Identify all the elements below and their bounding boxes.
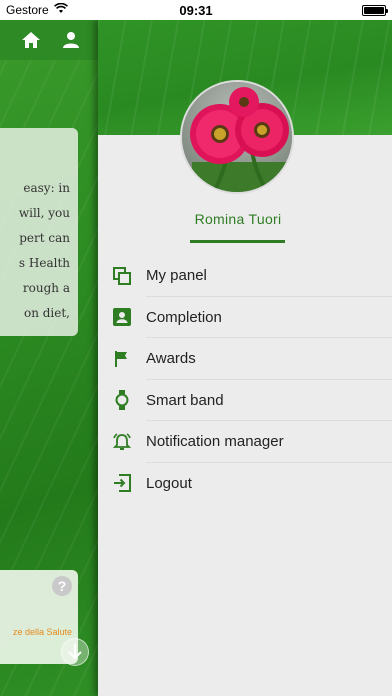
person-card-icon bbox=[112, 307, 132, 327]
avatar[interactable] bbox=[180, 80, 294, 194]
background-info-card: easy: in will, you pert can s Health rou… bbox=[0, 128, 78, 336]
card-line: s Health bbox=[18, 256, 70, 270]
scroll-down-button[interactable] bbox=[61, 638, 89, 666]
drawer-menu: My panel Completion Awards Smart band No… bbox=[98, 255, 392, 504]
flag-icon bbox=[112, 349, 132, 369]
menu-label: Smart band bbox=[146, 391, 224, 409]
bell-icon bbox=[112, 432, 132, 452]
status-bar: Gestore 09:31 bbox=[0, 0, 392, 20]
home-icon[interactable] bbox=[20, 29, 42, 51]
name-underline bbox=[190, 240, 285, 243]
menu-item-logout[interactable]: Logout bbox=[98, 463, 392, 505]
background-app: easy: in will, you pert can s Health rou… bbox=[0, 20, 98, 696]
help-icon[interactable]: ? bbox=[52, 576, 72, 596]
copy-icon bbox=[112, 266, 132, 286]
user-name: Romina Tuori bbox=[194, 211, 282, 227]
menu-label: Completion bbox=[146, 308, 222, 326]
menu-label: My panel bbox=[146, 267, 207, 285]
battery-icon bbox=[362, 4, 388, 16]
menu-item-completion[interactable]: Completion bbox=[98, 297, 392, 339]
carrier-label: Gestore bbox=[6, 3, 49, 17]
menu-label: Notification manager bbox=[146, 433, 284, 451]
arrow-down-icon bbox=[68, 644, 82, 660]
card-line: rough a bbox=[22, 281, 70, 295]
card-line: will, you bbox=[18, 206, 70, 220]
profile-icon[interactable] bbox=[60, 29, 82, 51]
wifi-icon bbox=[53, 2, 68, 17]
watch-icon bbox=[112, 390, 132, 411]
background-toolbar bbox=[0, 20, 98, 60]
flower-photo bbox=[182, 82, 292, 192]
menu-item-notification-manager[interactable]: Notification manager bbox=[98, 421, 392, 463]
navigation-drawer: Romina Tuori My panel Completion Awards … bbox=[98, 20, 392, 696]
logout-icon bbox=[112, 473, 132, 493]
menu-item-awards[interactable]: Awards bbox=[98, 338, 392, 380]
card-line: pert can bbox=[19, 231, 70, 245]
card-line: easy: in bbox=[23, 181, 70, 195]
menu-label: Awards bbox=[146, 350, 196, 368]
menu-label: Logout bbox=[146, 474, 192, 492]
card-line: on diet, bbox=[23, 306, 70, 320]
menu-item-my-panel[interactable]: My panel bbox=[98, 255, 392, 297]
menu-item-smart-band[interactable]: Smart band bbox=[98, 380, 392, 422]
card2-label: ze della Salute bbox=[12, 627, 72, 637]
